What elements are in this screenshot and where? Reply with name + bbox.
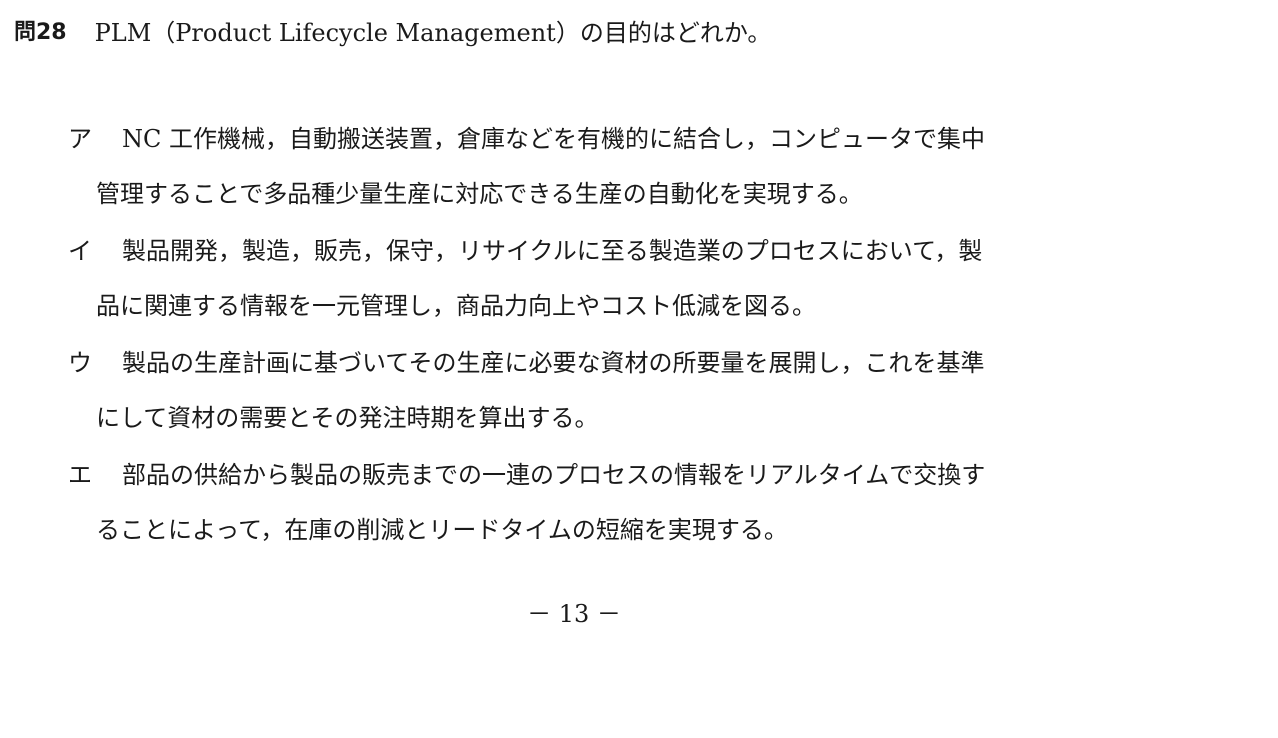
choice-u-text: 製品の生産計画に基づいてその生産に必要な資材の所要量を展開し，これを基準 にして…	[96, 336, 1188, 446]
choice-u-line-2: にして資材の需要とその発注時期を算出する。	[96, 404, 599, 432]
choice-a-line-2: 管理することで多品種少量生産に対応できる生産の自動化を実現する。	[96, 180, 863, 208]
choice-a-text: NC 工作機械，自動搬送装置，倉庫などを有機的に結合し，コンピュータで集中 管理…	[96, 112, 1188, 222]
question-text: PLM（Product Lifecycle Management）の目的はどれか…	[94, 18, 772, 47]
choice-i-line-2: 品に関連する情報を一元管理し，商品力向上やコスト低減を図る。	[96, 292, 816, 320]
choice-i: イ 製品開発，製造，販売，保守，リサイクルに至る製造業のプロセスにおいて，製 品…	[68, 224, 1188, 334]
answer-choices: ア NC 工作機械，自動搬送装置，倉庫などを有機的に結合し，コンピュータで集中 …	[68, 112, 1188, 560]
choice-e: エ 部品の供給から製品の販売までの一連のプロセスの情報をリアルタイムで交換す る…	[68, 448, 1188, 558]
choice-e-line-1: 部品の供給から製品の販売までの一連のプロセスの情報をリアルタイムで交換す	[122, 461, 986, 489]
choice-u-label: ウ	[68, 349, 92, 377]
question-number: 問28	[14, 20, 67, 45]
page-number: － 13 －	[527, 600, 621, 628]
question-header: 問28 PLM（Product Lifecycle Management）の目的…	[14, 10, 771, 50]
choice-e-label: エ	[68, 461, 92, 489]
choice-a-label: ア	[68, 125, 92, 153]
choice-i-label: イ	[68, 237, 92, 265]
choice-i-text: 製品開発，製造，販売，保守，リサイクルに至る製造業のプロセスにおいて，製 品に関…	[96, 224, 1188, 334]
exam-page: 問28 PLM（Product Lifecycle Management）の目的…	[0, 0, 1278, 738]
choice-u: ウ 製品の生産計画に基づいてその生産に必要な資材の所要量を展開し，これを基準 に…	[68, 336, 1188, 446]
choice-u-line-1: 製品の生産計画に基づいてその生産に必要な資材の所要量を展開し，これを基準	[122, 349, 985, 377]
choice-a-line-1: NC 工作機械，自動搬送装置，倉庫などを有機的に結合し，コンピュータで集中	[122, 125, 985, 153]
choice-e-line-2: ることによって，在庫の削減とリードタイムの短縮を実現する。	[96, 516, 788, 544]
choice-e-text: 部品の供給から製品の販売までの一連のプロセスの情報をリアルタイムで交換す ること…	[96, 448, 1188, 558]
choice-i-line-1: 製品開発，製造，販売，保守，リサイクルに至る製造業のプロセスにおいて，製	[122, 237, 983, 265]
choice-a: ア NC 工作機械，自動搬送装置，倉庫などを有機的に結合し，コンピュータで集中 …	[68, 112, 1188, 222]
